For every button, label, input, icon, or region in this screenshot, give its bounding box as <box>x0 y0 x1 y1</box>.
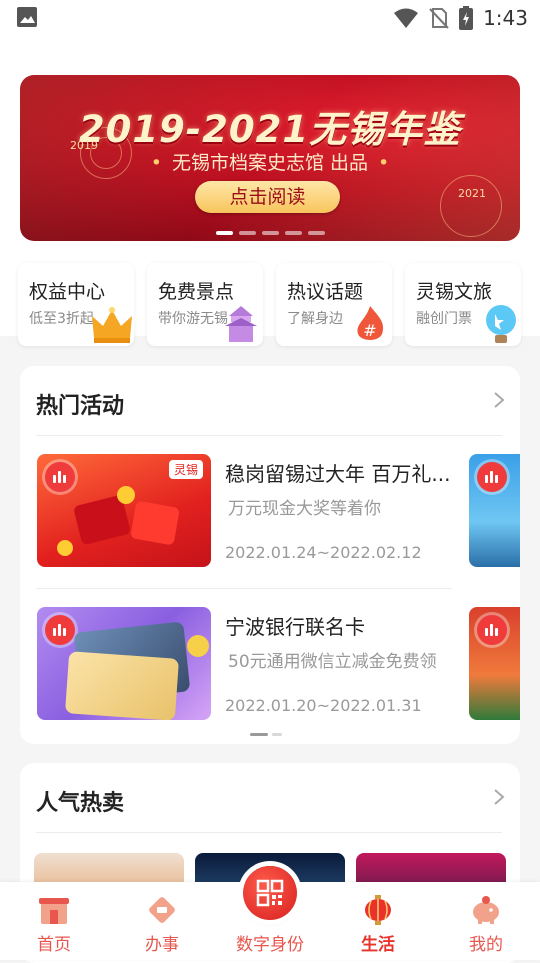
balloon-icon <box>486 305 516 343</box>
quick-entry-title: 热议话题 <box>287 281 364 303</box>
tab-services[interactable]: 办事 <box>108 882 216 960</box>
quick-entry-subtitle: 低至3折起 <box>29 311 94 327</box>
temple-icon <box>225 306 257 342</box>
divider <box>36 832 502 833</box>
quick-entry-subtitle: 融创门票 <box>416 311 472 327</box>
gold-coin-decoration <box>187 635 209 657</box>
tab-label: 办事 <box>145 935 179 955</box>
chart-badge-icon <box>477 615 507 645</box>
tab-home[interactable]: 首页 <box>0 882 108 960</box>
quick-entry-topics[interactable]: 热议话题 了解身边 # <box>276 263 392 346</box>
banner-subtitle: • 无锡市档案史志馆 出品 • <box>150 152 390 174</box>
hot-activities-title: 热门活动 <box>36 394 125 419</box>
activity-date: 2022.01.24~2022.02.12 <box>225 543 422 562</box>
chart-badge-icon <box>45 615 75 645</box>
activity-description: 万元现金大奖等着你 <box>228 499 381 519</box>
read-button[interactable]: 点击阅读 <box>195 181 340 213</box>
qr-code-icon <box>256 879 284 907</box>
quick-entry-title: 灵锡文旅 <box>416 281 493 303</box>
banner-year-left: 2019 <box>70 139 98 152</box>
activity-thumbnail-peek[interactable] <box>469 607 520 720</box>
image-icon <box>17 7 37 27</box>
activity-thumbnail[interactable] <box>37 607 211 720</box>
quick-entry-title: 免费景点 <box>158 281 235 303</box>
lantern-icon <box>365 895 391 925</box>
digital-id-button[interactable] <box>243 866 297 920</box>
divider <box>36 588 452 589</box>
banner-ring-decoration <box>440 175 502 237</box>
activity-thumbnail[interactable]: 灵锡 <box>37 454 211 567</box>
gold-coin-decoration <box>117 486 135 504</box>
quick-entry-culture-travel[interactable]: 灵锡文旅 融创门票 <box>405 263 521 346</box>
status-time: 1:43 <box>483 6 528 30</box>
banner-year-right: 2021 <box>458 187 486 200</box>
activity-thumbnail-peek[interactable] <box>469 454 520 567</box>
banner-page-indicator <box>20 231 520 235</box>
gold-coin-decoration <box>57 540 73 556</box>
hot-activities-card: 热门活动 灵锡 稳岗留锡过大年 百万礼... 万元现金大奖等着你 2022.01… <box>20 366 520 744</box>
activity-description: 50元通用微信立减金免费领 <box>228 652 437 672</box>
yearbook-banner[interactable]: 2019-2021无锡年鉴 • 无锡市档案史志馆 出品 • 2019 2021 点击… <box>20 75 520 241</box>
tab-label: 数字身份 <box>236 935 304 955</box>
svg-text:#: # <box>363 321 376 340</box>
popular-title: 人气热卖 <box>36 791 125 816</box>
chart-badge-icon <box>477 462 507 492</box>
home-gate-icon <box>39 898 69 924</box>
page-dot-active <box>250 733 268 736</box>
tab-life[interactable]: 生活 <box>324 882 432 960</box>
quick-entry-free-spots[interactable]: 免费景点 带你游无锡 <box>147 263 263 346</box>
activity-date: 2022.01.20~2022.01.31 <box>225 696 422 715</box>
hashtag-flame-icon: # <box>357 306 384 340</box>
no-sim-icon <box>429 8 449 29</box>
tab-label: 我的 <box>469 935 503 955</box>
chevron-right-icon[interactable] <box>492 390 506 410</box>
tab-mine[interactable]: 我的 <box>432 882 540 960</box>
battery-charging-icon <box>459 6 474 30</box>
wifi-icon <box>394 8 419 28</box>
service-diamond-icon <box>149 897 175 923</box>
tab-label: 首页 <box>37 935 71 955</box>
activity-title[interactable]: 宁波银行联名卡 <box>225 611 365 640</box>
piggy-bank-icon <box>473 896 499 924</box>
lingxi-logo: 灵锡 <box>168 460 203 479</box>
banner-dot <box>215 231 233 235</box>
divider <box>36 435 502 436</box>
banner-dot <box>307 231 325 235</box>
chart-badge-icon <box>45 462 75 492</box>
quick-entry-subtitle: 带你游无锡 <box>158 311 228 327</box>
chevron-right-icon[interactable] <box>492 787 506 807</box>
activity-page-indicator <box>250 733 282 736</box>
bank-card-decoration <box>64 651 180 720</box>
red-envelope-decoration <box>130 500 180 546</box>
banner-dot <box>261 231 279 235</box>
status-bar: 1:43 <box>0 0 540 36</box>
banner-dot <box>284 231 302 235</box>
quick-entry-title: 权益中心 <box>29 281 106 303</box>
quick-entry-benefits[interactable]: 权益中心 低至3折起 <box>18 263 134 346</box>
crown-icon <box>92 307 132 343</box>
activity-title[interactable]: 稳岗留锡过大年 百万礼... <box>225 458 450 487</box>
quick-entry-subtitle: 了解身边 <box>287 311 343 327</box>
tab-label-active: 生活 <box>361 935 395 955</box>
banner-subtitle-text: 无锡市档案史志馆 出品 <box>171 152 369 174</box>
banner-dot <box>238 231 256 235</box>
page-dot <box>272 733 282 736</box>
